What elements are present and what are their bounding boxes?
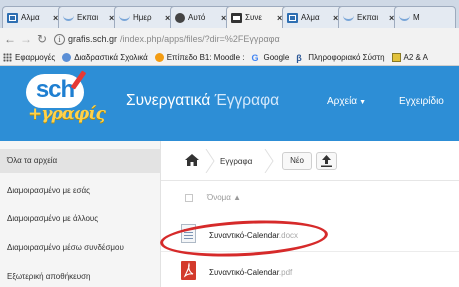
select-all-checkbox[interactable] xyxy=(185,194,193,202)
file-name[interactable]: Συναντικό-Calendar.pdf xyxy=(209,268,292,277)
file-row[interactable]: Συναντικό-Calendar.pdf xyxy=(161,257,459,287)
site-header: sch +γραφίς Συνεργατικά Έγγραφα Αρχεία ▼ … xyxy=(0,66,459,141)
sidebar-item-label: Διαμοιρασμένο με άλλους xyxy=(7,214,99,223)
pdf-icon xyxy=(181,261,196,280)
tab-title: Αλμα xyxy=(21,13,40,22)
bookmark-info-system[interactable]: β Πληροφοριακό Σύστη xyxy=(296,53,385,63)
url-field[interactable]: i grafis.sch.gr/index.php/apps/files/?di… xyxy=(52,31,412,48)
sidebar-item-all-files[interactable]: Όλα τα αρχεία xyxy=(0,149,161,173)
nav-manual-link[interactable]: Εγχειρίδιο xyxy=(399,96,444,107)
browser-tab[interactable]: Ημερ × xyxy=(114,6,176,28)
box-icon xyxy=(231,12,242,23)
browser-tab-active[interactable]: Συνε × xyxy=(226,6,288,28)
tab-title: Εκπαι xyxy=(357,13,379,22)
sidebar-item-label: Εξωτερική αποθήκευση xyxy=(7,272,91,281)
address-bar: ← → ↻ i grafis.sch.gr/index.php/apps/fil… xyxy=(0,28,459,50)
browser-tab[interactable]: Αλμα × xyxy=(2,6,64,28)
tab-title: Εκπαι xyxy=(77,13,99,22)
home-icon[interactable] xyxy=(185,154,199,166)
google-icon: G xyxy=(251,53,259,63)
forward-arrow-icon[interactable]: → xyxy=(20,33,32,45)
bookmark-a2[interactable]: A2 & A xyxy=(391,53,429,62)
file-basename: Συναντικό-Calendar xyxy=(209,231,279,240)
files-controls: Εγγραφα Νέο xyxy=(161,141,459,181)
sidebar-item-shared-with-you[interactable]: Διαμοιρασμένο με εσάς xyxy=(0,185,161,197)
url-host: grafis.sch.gr xyxy=(68,34,118,44)
new-button[interactable]: Νέο xyxy=(282,152,312,170)
browser-tab[interactable]: Μ xyxy=(394,6,456,28)
url-path: /index.php/apps/files/?dir=%2FΕγγραφα xyxy=(120,34,280,44)
apps-icon xyxy=(3,53,12,62)
files-sidebar: Όλα τα αρχεία Διαμοιρασμένο με εσάς Διαμ… xyxy=(0,141,161,287)
beta-icon: β xyxy=(296,53,302,63)
site-title-bold: Συνεργατικά xyxy=(126,92,211,109)
sidebar-item-shared-with-others[interactable]: Διαμοιρασμένο με άλλους xyxy=(0,213,161,225)
nav-files-label: Αρχεία xyxy=(327,96,358,107)
nav-files-menu[interactable]: Αρχεία ▼ xyxy=(327,96,366,107)
site-title-light: Έγγραφα xyxy=(214,92,280,109)
bookmark-label: Πληροφοριακό Σύστη xyxy=(308,53,385,62)
bookmark-label: A2 & A xyxy=(403,53,429,62)
moodle-icon xyxy=(154,53,164,62)
sidebar-item-label: Διαμοιρασμένο μέσω συνδέσμου xyxy=(7,243,124,252)
file-row[interactable]: Συναντικό-Calendar.docx xyxy=(161,220,459,252)
bookmark-label: Επίπεδο Β1: Moodle : xyxy=(166,53,245,62)
column-header-name[interactable]: Όνομα ▲ xyxy=(207,193,241,202)
bookmark-apps[interactable]: Εφαρμογές xyxy=(3,53,55,62)
circle-icon xyxy=(175,12,185,23)
site-logo[interactable]: sch +γραφίς xyxy=(0,66,110,141)
tab-title: Ημερ xyxy=(133,13,152,22)
gear-icon xyxy=(62,53,72,62)
breadcrumb-current[interactable]: Εγγραφα xyxy=(220,157,252,166)
nav-manual-label: Εγχειρίδιο xyxy=(399,96,444,107)
wave-icon xyxy=(63,15,74,21)
file-name[interactable]: Συναντικό-Calendar.docx xyxy=(209,231,298,240)
browser-tab[interactable]: Αλμα × xyxy=(282,6,344,28)
file-extension: .pdf xyxy=(278,268,293,277)
file-list-header: Όνομα ▲ xyxy=(161,191,459,205)
sidebar-item-label: Όλα τα αρχεία xyxy=(7,156,58,165)
tab-title: Αυτό xyxy=(188,13,206,22)
browser-tab[interactable]: Εκπαι × xyxy=(338,6,400,28)
sidebar-item-external-storage[interactable]: Εξωτερική αποθήκευση xyxy=(0,271,161,283)
sidebar-item-label: Διαμοιρασμένο με εσάς xyxy=(7,186,90,195)
files-main: Εγγραφα Νέο Όνομα ▲ Συναντικό-Calendar.d… xyxy=(161,141,459,287)
breadcrumb-separator-icon xyxy=(264,149,274,173)
bookmark-interactive-books[interactable]: Διαδραστικά Σχολικά xyxy=(62,53,148,62)
wave-icon xyxy=(399,15,410,21)
bookmark-moodle[interactable]: Επίπεδο Β1: Moodle : xyxy=(154,53,245,62)
browser-tab[interactable]: Αυτό × xyxy=(170,6,232,28)
tab-title: Συνε xyxy=(245,13,262,22)
file-basename: Συναντικό-Calendar xyxy=(209,268,279,277)
browser-tab-strip: Αλμα × Εκπαι × Ημερ × Αυτό × Συνε × Αλμα… xyxy=(0,0,459,28)
bookmark-label: Εφαρμογές xyxy=(15,53,56,62)
doc-icon xyxy=(181,224,196,243)
site-title: Συνεργατικά Έγγραφα xyxy=(126,92,279,110)
reload-icon[interactable]: ↻ xyxy=(36,33,48,45)
sidebar-item-shared-by-link[interactable]: Διαμοιρασμένο μέσω συνδέσμου xyxy=(0,242,161,254)
breadcrumb-separator-icon xyxy=(205,149,215,173)
upload-button[interactable] xyxy=(316,152,337,170)
back-arrow-icon[interactable]: ← xyxy=(4,33,16,45)
bookmark-label: Google xyxy=(263,53,290,62)
bookmark-google[interactable]: G Google xyxy=(251,53,290,63)
grid-icon xyxy=(7,12,18,23)
info-icon[interactable]: i xyxy=(54,33,65,45)
bookmarks-bar: Εφαρμογές Διαδραστικά Σχολικά Επίπεδο Β1… xyxy=(0,50,459,66)
bookmark-label: Διαδραστικά Σχολικά xyxy=(74,53,148,62)
file-extension: .docx xyxy=(278,231,299,240)
upload-icon xyxy=(321,155,332,167)
caret-down-icon: ▼ xyxy=(359,99,367,106)
browser-tab[interactable]: Εκπαι × xyxy=(58,6,120,28)
wave-icon xyxy=(119,15,130,21)
wave-icon xyxy=(343,15,354,21)
card-icon xyxy=(391,53,401,62)
tab-title: Μ xyxy=(413,13,420,22)
tab-title: Αλμα xyxy=(301,13,320,22)
grid-icon xyxy=(287,12,298,23)
logo-grafis-text: +γραφίς xyxy=(28,104,106,124)
